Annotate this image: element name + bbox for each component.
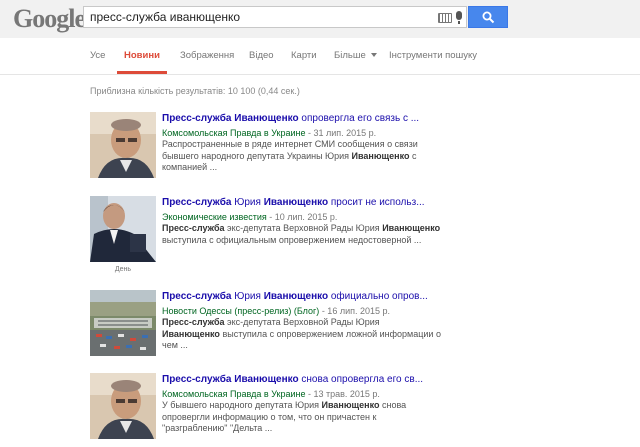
title-highlight: Пресс-служба bbox=[162, 197, 232, 208]
publisher: Экономические известия bbox=[162, 212, 267, 222]
tab-all[interactable]: Усе bbox=[90, 50, 105, 61]
result-source: Комсомольская Правда в Украине - 31 лип.… bbox=[162, 127, 522, 139]
result-source: Комсомольская Правда в Украине - 13 трав… bbox=[162, 388, 522, 400]
result-source: Экономические известия - 10 лип. 2015 р. bbox=[162, 211, 522, 223]
snippet-text: экс-депутата Верховной Рады Юрия bbox=[224, 223, 383, 233]
snippet-line: Распространенные в ряде интернет СМИ соо… bbox=[162, 139, 418, 149]
tab-search-tools[interactable]: Інструменти пошуку bbox=[389, 50, 477, 61]
result-date: - 10 лип. 2015 р. bbox=[266, 212, 338, 222]
snippet-text: бывшего народного депутата Украины Юрия bbox=[162, 150, 352, 161]
portrait-image bbox=[90, 196, 156, 262]
snippet-text: снова bbox=[379, 400, 407, 410]
result-snippet: Распространенные в ряде интернет СМИ соо… bbox=[162, 139, 522, 174]
publisher: Комсомольская Правда в Украине bbox=[162, 128, 306, 138]
result-source: Новости Одессы (пресс-релиз) (Блог) - 16… bbox=[162, 305, 522, 317]
result-date: - 13 трав. 2015 р. bbox=[305, 389, 380, 399]
search-icon bbox=[482, 11, 495, 24]
result-thumbnail[interactable] bbox=[90, 290, 156, 356]
keyboard-icon[interactable] bbox=[438, 13, 452, 23]
result-snippet: У бывшего народного депутата Юрия Иванющ… bbox=[162, 400, 522, 435]
tab-news[interactable]: Новини bbox=[124, 50, 160, 61]
portrait-image bbox=[90, 373, 156, 439]
snippet-highlight: Иванющенко bbox=[382, 223, 441, 233]
snippet-line: выступила с официальным опровержением не… bbox=[162, 234, 422, 245]
aerial-port-image bbox=[90, 290, 156, 356]
search-button[interactable] bbox=[468, 6, 508, 28]
snippet-line: бывшего народного депутата Украины Юрия … bbox=[162, 151, 522, 163]
snippet-line: Пресс-служба экс-депутата Верховной Рады… bbox=[162, 223, 522, 235]
result-snippet: Пресс-служба экс-депутата Верховной Рады… bbox=[162, 317, 522, 352]
tab-more[interactable]: Більше bbox=[334, 50, 377, 61]
tab-maps[interactable]: Карти bbox=[291, 50, 317, 61]
title-rest: опровергла его связь с ... bbox=[298, 113, 420, 124]
result-stats: Приблизна кількість результатів: 10 100 … bbox=[90, 86, 300, 96]
result-title-link[interactable]: Пресс-служба Иванющенко опровергла его с… bbox=[162, 112, 522, 125]
snippet-highlight: Иванющенко bbox=[162, 328, 220, 339]
result-date: - 31 лип. 2015 р. bbox=[305, 128, 377, 138]
result-thumbnail[interactable] bbox=[90, 112, 156, 178]
result-thumbnail[interactable] bbox=[90, 196, 156, 262]
portrait-image bbox=[90, 112, 156, 178]
tab-more-label: Більше bbox=[334, 50, 366, 61]
title-rest: снова опровергла его св... bbox=[298, 374, 424, 385]
result-title-link[interactable]: Пресс-служба Иванющенко снова опровергла… bbox=[162, 373, 522, 386]
search-box[interactable] bbox=[83, 6, 467, 28]
snippet-highlight: Иванющенко bbox=[351, 150, 410, 161]
snippet-text: экс-депутата Верховной Рады Юрия bbox=[224, 317, 380, 327]
top-bar: Google bbox=[0, 0, 640, 38]
title-rest: официально опров... bbox=[328, 291, 428, 302]
title-highlight: Пресс-служба bbox=[162, 291, 232, 302]
title-highlight: Иванющенко bbox=[263, 197, 329, 208]
tab-videos[interactable]: Відео bbox=[249, 50, 274, 61]
tab-images[interactable]: Зображення bbox=[180, 50, 234, 61]
search-input[interactable] bbox=[90, 9, 420, 25]
snippet-highlight: Пресс-служба bbox=[162, 223, 225, 233]
snippet-highlight: Иванющенко bbox=[321, 400, 380, 410]
snippet-line: чем ... bbox=[162, 340, 188, 350]
thumbnail-caption: День bbox=[114, 266, 132, 273]
title-highlight: Иванющенко bbox=[263, 291, 329, 302]
snippet-text: выступила с опровержением ложной информа… bbox=[219, 328, 441, 339]
result-title-link[interactable]: Пресс-служба Юрия Иванющенко официально … bbox=[162, 290, 522, 303]
result-title-link[interactable]: Пресс-служба Юрия Иванющенко просит не и… bbox=[162, 196, 522, 209]
search-tabs: Усе Новини Зображення Відео Карти Більше… bbox=[0, 38, 640, 75]
result-thumbnail[interactable] bbox=[90, 373, 156, 439]
google-logo[interactable]: Google bbox=[13, 4, 86, 34]
result-date: - 16 лип. 2015 р. bbox=[319, 306, 391, 316]
title-rest: просит не использ... bbox=[328, 197, 425, 208]
snippet-text: У бывшего народного депутата Юрия bbox=[162, 400, 322, 410]
snippet-highlight: Пресс-служба bbox=[162, 317, 225, 327]
title-highlight: Пресс-служба Иванющенко bbox=[162, 113, 299, 124]
snippet-line: компанией ... bbox=[162, 162, 218, 172]
active-tab-indicator bbox=[117, 71, 167, 74]
snippet-text: с bbox=[409, 150, 417, 161]
result-snippet: Пресс-служба экс-депутата Верховной Рады… bbox=[162, 223, 522, 246]
snippet-line: Пресс-служба экс-депутата Верховной Рады… bbox=[162, 317, 522, 329]
snippet-line: опровергли информацию о том, что он прич… bbox=[162, 411, 377, 422]
title-highlight: Пресс-служба Иванющенко bbox=[162, 374, 299, 385]
snippet-line: Иванющенко выступила с опровержением лож… bbox=[162, 329, 522, 341]
title-rest: Юрия bbox=[231, 197, 264, 208]
microphone-icon[interactable] bbox=[456, 11, 462, 24]
snippet-line: У бывшего народного депутата Юрия Иванющ… bbox=[162, 400, 522, 412]
caret-down-icon bbox=[370, 53, 377, 58]
snippet-line: "разграблению" "Дельта ... bbox=[162, 423, 273, 433]
publisher: Новости Одессы (пресс-релиз) (Блог) bbox=[162, 306, 320, 316]
title-rest: Юрия bbox=[231, 291, 264, 302]
publisher: Комсомольская Правда в Украине bbox=[162, 389, 306, 399]
